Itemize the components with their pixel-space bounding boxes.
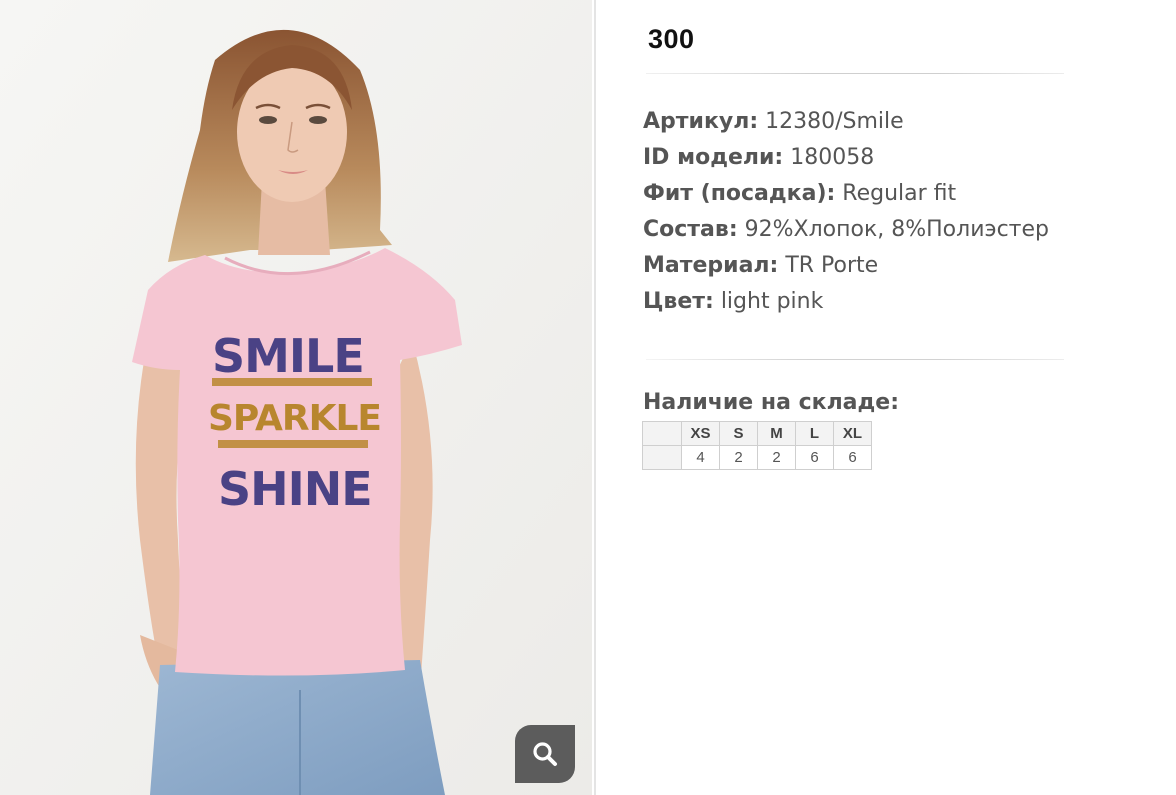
spec-fit-label: Фит (посадка): bbox=[643, 181, 836, 206]
stock-table: XS S M L XL 4 2 2 6 6 bbox=[642, 421, 872, 470]
stock-title: Наличие на складе: bbox=[643, 390, 900, 415]
spec-material-value: TR Porte bbox=[785, 253, 879, 278]
quantity-cell: 2 bbox=[757, 445, 796, 470]
print-sparkle-text: SPARKLE bbox=[208, 398, 381, 439]
product-price: 300 bbox=[648, 24, 695, 54]
search-icon bbox=[533, 742, 557, 766]
quantity-cell: 6 bbox=[833, 445, 872, 470]
size-header: S bbox=[719, 421, 758, 446]
spec-model-id-value: 180058 bbox=[790, 145, 875, 170]
size-header: XL bbox=[833, 421, 872, 446]
quantity-cell: 2 bbox=[719, 445, 758, 470]
spec-article-label: Артикул: bbox=[643, 109, 759, 134]
stock-quantity-row: 4 2 2 6 6 bbox=[642, 445, 872, 470]
stock-header-row: XS S M L XL bbox=[642, 421, 872, 446]
size-header: XS bbox=[681, 421, 720, 446]
spec-fit-value: Regular fit bbox=[842, 181, 957, 206]
spec-composition-label: Состав: bbox=[643, 217, 738, 242]
spec-material-label: Материал: bbox=[643, 253, 779, 278]
spec-article: Артикул: 12380/Smile bbox=[643, 104, 1049, 140]
spec-color: Цвет: light pink bbox=[643, 284, 1049, 320]
spec-composition: Состав: 92%Хлопок, 8%Полиэстер bbox=[643, 212, 1049, 248]
product-photo: SMILE SPARKLE SHINE bbox=[0, 0, 592, 795]
zoom-button[interactable] bbox=[515, 725, 575, 783]
stock-corner-cell bbox=[642, 421, 682, 446]
size-header: L bbox=[795, 421, 834, 446]
spec-fit: Фит (посадка): Regular fit bbox=[643, 176, 1049, 212]
spec-color-value: light pink bbox=[720, 289, 824, 314]
spec-composition-value: 92%Хлопок, 8%Полиэстер bbox=[744, 217, 1049, 242]
quantity-cell: 6 bbox=[795, 445, 834, 470]
spec-model-id-label: ID модели: bbox=[643, 145, 784, 170]
specs-divider bbox=[646, 359, 1064, 360]
spec-model-id: ID модели: 180058 bbox=[643, 140, 1049, 176]
spec-color-label: Цвет: bbox=[643, 289, 714, 314]
quantity-cell: 4 bbox=[681, 445, 720, 470]
print-shine-text: SHINE bbox=[218, 462, 372, 516]
size-header: M bbox=[757, 421, 796, 446]
stock-corner-cell bbox=[642, 445, 682, 470]
price-divider bbox=[646, 73, 1064, 74]
spec-material: Материал: TR Porte bbox=[643, 248, 1049, 284]
print-smile-text: SMILE bbox=[212, 329, 364, 383]
product-specs: Артикул: 12380/Smile ID модели: 180058 Ф… bbox=[643, 104, 1049, 320]
spec-article-value: 12380/Smile bbox=[765, 109, 904, 134]
product-image[interactable]: SMILE SPARKLE SHINE bbox=[0, 0, 592, 795]
panel-divider bbox=[594, 0, 596, 795]
